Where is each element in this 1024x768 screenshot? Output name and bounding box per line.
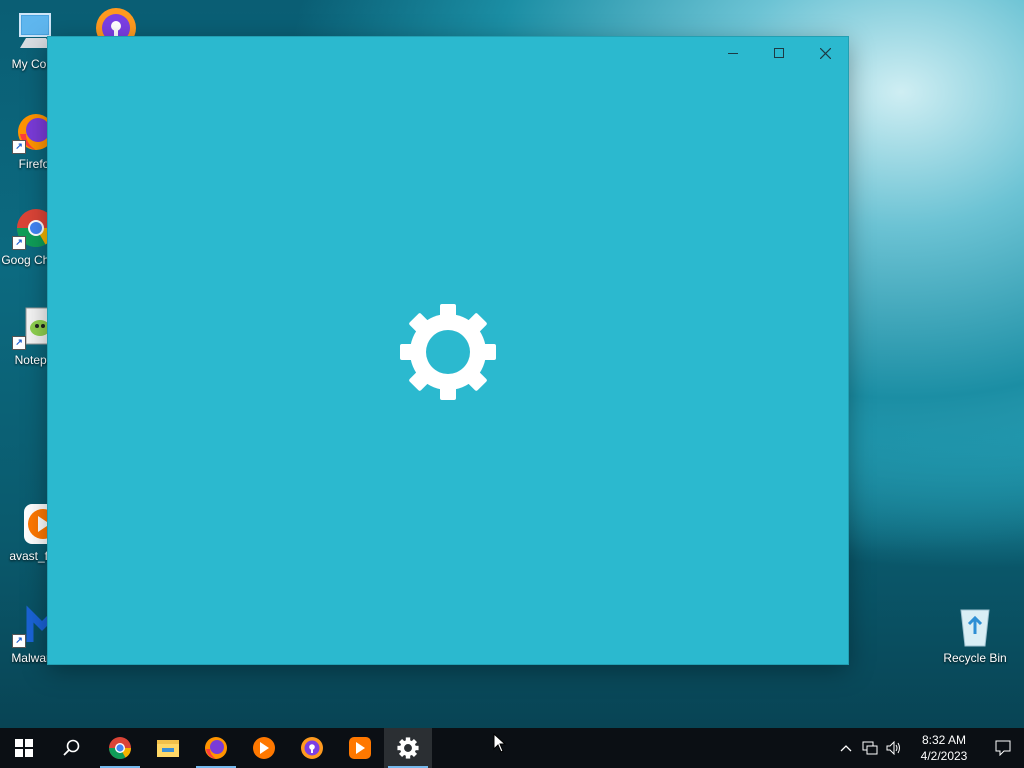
settings-app-window[interactable] — [48, 37, 848, 664]
shortcut-arrow-icon: ↗ — [12, 236, 26, 250]
maximize-icon — [774, 48, 784, 58]
taskbar: 8:32 AM 4/2/2023 — [0, 728, 1024, 768]
maximize-button[interactable] — [756, 37, 802, 69]
taskbar-avast-secure-browser[interactable] — [288, 728, 336, 768]
action-center-button[interactable] — [982, 728, 1024, 768]
network-button[interactable] — [858, 728, 882, 768]
chrome-icon — [109, 737, 131, 759]
taskbar-clock[interactable]: 8:32 AM 4/2/2023 — [906, 732, 982, 764]
avast-icon — [253, 737, 275, 759]
recycle-bin-icon — [953, 604, 997, 648]
gear-icon — [397, 737, 419, 759]
gear-icon — [400, 304, 496, 400]
network-icon — [862, 741, 878, 755]
clock-date: 4/2/2023 — [920, 749, 968, 763]
chevron-up-icon — [840, 745, 852, 752]
desktop-icon-label: Recycle Bin — [943, 651, 1007, 665]
mouse-cursor-icon — [493, 733, 507, 753]
taskbar-firefox[interactable] — [192, 728, 240, 768]
taskbar-file-explorer[interactable] — [144, 728, 192, 768]
taskbar-avast[interactable] — [240, 728, 288, 768]
desktop-icon-recycle-bin[interactable]: Recycle Bin — [937, 604, 1013, 666]
avast-browser-icon — [301, 737, 323, 759]
minimize-button[interactable] — [710, 37, 756, 69]
system-tray: 8:32 AM 4/2/2023 — [834, 728, 1024, 768]
shortcut-arrow-icon: ↗ — [12, 336, 26, 350]
clock-time: 8:32 AM — [921, 733, 967, 747]
search-icon — [63, 739, 80, 756]
taskbar-chrome[interactable] — [96, 728, 144, 768]
taskbar-settings[interactable] — [384, 728, 432, 768]
show-hidden-icons-button[interactable] — [834, 728, 858, 768]
window-controls — [710, 37, 848, 69]
windows-icon — [15, 739, 33, 757]
search-button[interactable] — [48, 728, 96, 768]
taskbar-avast-alt[interactable] — [336, 728, 384, 768]
volume-button[interactable] — [882, 728, 906, 768]
speaker-icon — [886, 741, 900, 755]
close-icon — [819, 47, 831, 59]
firefox-icon — [205, 737, 227, 759]
shortcut-arrow-icon: ↗ — [12, 140, 26, 154]
shortcut-arrow-icon: ↗ — [12, 634, 26, 648]
notification-icon — [995, 740, 1011, 756]
folder-icon — [157, 740, 179, 757]
start-button[interactable] — [0, 728, 48, 768]
avast-icon — [349, 737, 371, 759]
close-button[interactable] — [802, 37, 848, 69]
minimize-icon — [728, 53, 738, 54]
